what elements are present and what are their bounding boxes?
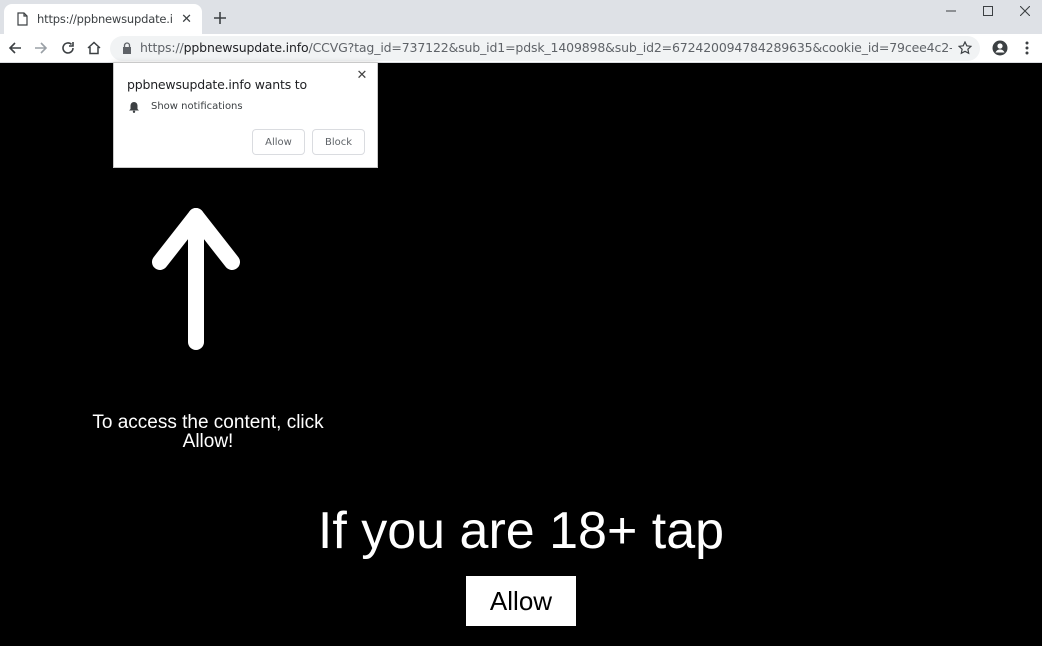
- plus-icon: [214, 12, 226, 24]
- url-path: /CCVG?tag_id=737122&sub_id1=pdsk_1409898…: [308, 40, 952, 55]
- access-instruction-text: To access the content, click Allow!: [92, 412, 324, 452]
- bell-icon: [129, 102, 139, 113]
- back-button[interactable]: [4, 37, 26, 59]
- reload-button[interactable]: [57, 37, 79, 59]
- home-icon: [87, 41, 101, 55]
- window-close-button[interactable]: [1007, 0, 1042, 22]
- url-host: ppbnewsupdate.info: [183, 40, 309, 55]
- kebab-menu-icon: [1025, 41, 1029, 55]
- up-arrow-icon: [152, 208, 240, 350]
- close-icon: [1020, 6, 1030, 16]
- lock-icon: [123, 42, 131, 54]
- reload-icon: [62, 42, 74, 54]
- forward-button[interactable]: [30, 37, 52, 59]
- tab-close-icon[interactable]: ✕: [179, 11, 194, 27]
- star-icon: [958, 41, 972, 55]
- back-arrow-icon: [8, 42, 21, 54]
- browser-toolbar: https://ppbnewsupdate.info/CCVG?tag_id=7…: [0, 34, 1042, 63]
- maximize-icon: [983, 6, 993, 16]
- maximize-button[interactable]: [970, 0, 1006, 22]
- popup-close-icon[interactable]: ✕: [355, 67, 369, 82]
- account-icon: [992, 40, 1008, 56]
- new-tab-button[interactable]: [210, 8, 230, 28]
- minimize-icon: [946, 10, 956, 12]
- bookmark-star-button[interactable]: [956, 39, 974, 57]
- browser-tab[interactable]: https://ppbnewsupdate.info/CCVG ✕: [4, 4, 202, 34]
- address-bar[interactable]: https://ppbnewsupdate.info/CCVG?tag_id=7…: [110, 36, 980, 61]
- allow-button[interactable]: Allow: [466, 576, 576, 626]
- popup-allow-button[interactable]: Allow: [252, 129, 305, 155]
- page-icon: [16, 11, 29, 27]
- url-scheme: https://: [140, 40, 184, 55]
- popup-block-button[interactable]: Block: [312, 129, 365, 155]
- tab-title: https://ppbnewsupdate.info/CCVG: [37, 12, 173, 26]
- popup-title: ppbnewsupdate.info wants to: [127, 77, 307, 92]
- url-text[interactable]: https://ppbnewsupdate.info/CCVG?tag_id=7…: [140, 40, 952, 55]
- home-button[interactable]: [83, 37, 105, 59]
- forward-arrow-icon: [35, 42, 48, 54]
- permission-label: Show notifications: [151, 101, 243, 112]
- minimize-button[interactable]: [933, 0, 969, 22]
- menu-button[interactable]: [1016, 37, 1038, 59]
- tab-strip: https://ppbnewsupdate.info/CCVG ✕: [0, 0, 1042, 34]
- age-headline: If you are 18+ tap: [317, 502, 725, 560]
- account-button[interactable]: [989, 37, 1011, 59]
- notification-permission-popup: ✕ ppbnewsupdate.info wants to Show notif…: [113, 62, 378, 168]
